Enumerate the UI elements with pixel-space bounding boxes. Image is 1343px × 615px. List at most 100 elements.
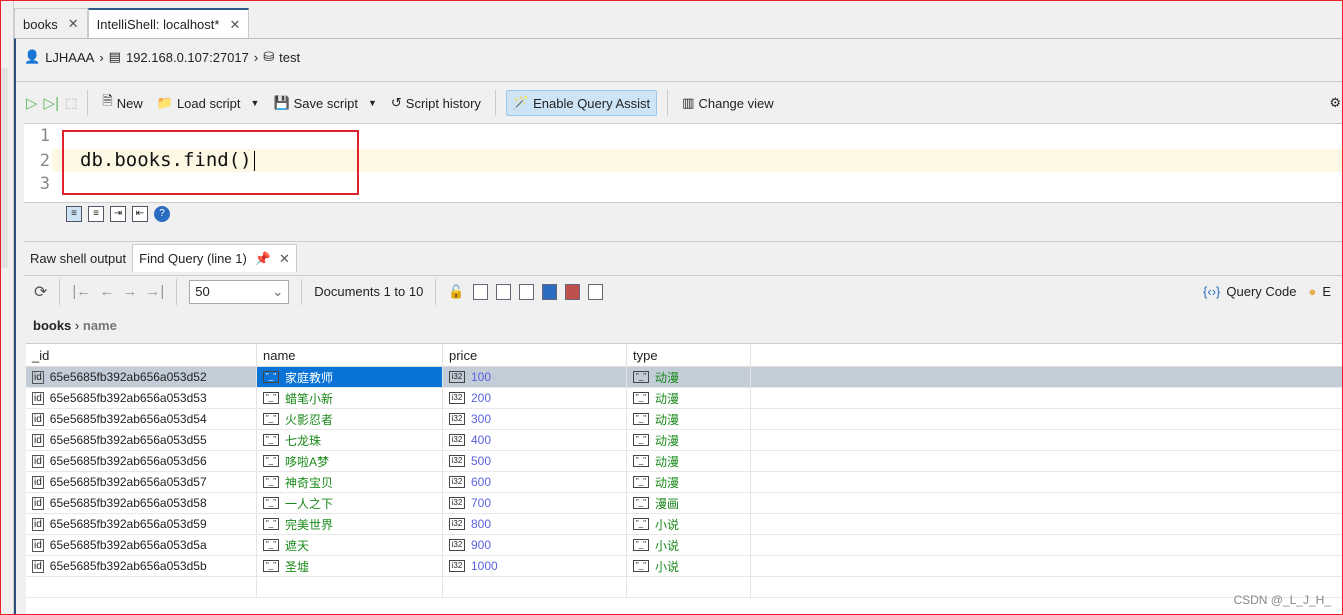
load-script-button[interactable]: 📁 Load script ▼ (153, 92, 264, 114)
table-row[interactable]: id 65e5685fb392ab656a053d5a "_" 遮天 i32 900 "_"… (26, 535, 1343, 556)
cell-name[interactable]: "_" 完美世界 (257, 514, 443, 534)
indent-icon[interactable]: ⇥ (110, 206, 126, 222)
clone-document-icon[interactable] (495, 283, 511, 300)
page-size-select[interactable]: 50 ⌄ (189, 279, 290, 304)
table-row[interactable]: id 65e5685fb392ab656a053d53 "_" 蜡笔小新 i32 200 "… (26, 388, 1343, 409)
string-type-icon: "_" (633, 371, 649, 383)
cell-type[interactable]: "_" 小说 (627, 514, 751, 534)
close-icon[interactable]: ✕ (68, 16, 79, 32)
column-header-name[interactable]: name (257, 344, 443, 366)
enable-query-assist-button[interactable]: 🪄 Enable Query Assist (505, 90, 658, 116)
dropdown-icon[interactable]: ▼ (251, 98, 260, 108)
path-collection[interactable]: books (33, 318, 71, 333)
close-icon[interactable]: ✕ (229, 17, 240, 33)
cell-id[interactable]: id 65e5685fb392ab656a053d53 (26, 388, 257, 408)
column-header-id[interactable]: _id (26, 344, 257, 366)
cell-type[interactable]: "_" 动漫 (627, 451, 751, 471)
script-history-button[interactable]: ↺ Script history (387, 92, 485, 114)
cell-price[interactable]: i32 1000 (443, 556, 627, 576)
close-icon[interactable]: ✕ (279, 251, 290, 267)
dropdown-icon[interactable]: ▼ (368, 98, 377, 108)
tab-books[interactable]: books ✕ (14, 8, 88, 39)
cell-id[interactable]: id 65e5685fb392ab656a053d59 (26, 514, 257, 534)
cell-name[interactable]: "_" 一人之下 (257, 493, 443, 513)
cell-type[interactable]: "_" 动漫 (627, 472, 751, 492)
prev-page-icon[interactable]: ← (99, 283, 114, 300)
comment-icon[interactable]: ≡ (88, 206, 104, 222)
cell-price[interactable]: i32 500 (443, 451, 627, 471)
breadcrumb-user[interactable]: LJHAAA (45, 50, 94, 65)
new-button[interactable]: 🗎 New (98, 89, 146, 117)
cell-type[interactable]: "_" 动漫 (627, 388, 751, 408)
format-icon[interactable]: ≡ (66, 206, 82, 222)
cell-price[interactable]: i32 800 (443, 514, 627, 534)
run-icon[interactable]: ▷ (26, 94, 38, 112)
settings-icon[interactable]: ⚙ (1329, 95, 1341, 111)
tab-intellishell[interactable]: IntelliShell: localhost* ✕ (87, 8, 250, 39)
run-line-icon[interactable]: ▷| (44, 94, 59, 112)
breadcrumb-database[interactable]: test (279, 50, 300, 65)
table-row[interactable]: id 65e5685fb392ab656a053d56 "_" 哆啦A梦 i32 500 "… (26, 451, 1343, 472)
column-header-price[interactable]: price (443, 344, 627, 366)
cell-price[interactable]: i32 100 (443, 367, 627, 387)
cell-id[interactable]: id 65e5685fb392ab656a053d5b (26, 556, 257, 576)
run-selection-icon[interactable]: ⬚ (65, 95, 77, 111)
cell-name[interactable]: "_" 圣墟 (257, 556, 443, 576)
cell-price[interactable]: i32 200 (443, 388, 627, 408)
table-row[interactable]: id 65e5685fb392ab656a053d54 "_" 火影忍者 i32 300 "… (26, 409, 1343, 430)
cell-type[interactable]: "_" 漫画 (627, 493, 751, 513)
cell-name[interactable]: "_" 火影忍者 (257, 409, 443, 429)
table-row[interactable]: id 65e5685fb392ab656a053d55 "_" 七龙珠 i32 400 "_… (26, 430, 1343, 451)
cell-type[interactable]: "_" 动漫 (627, 430, 751, 450)
save-script-button[interactable]: 💾 Save script ▼ (269, 92, 380, 114)
breadcrumb-server[interactable]: 192.168.0.107:27017 (126, 50, 249, 65)
cell-type[interactable]: "_" 动漫 (627, 409, 751, 429)
cell-id[interactable]: id 65e5685fb392ab656a053d52 (26, 367, 257, 387)
cell-name[interactable]: "_" 家庭教师 (257, 367, 443, 387)
delete-document-icon[interactable] (564, 283, 580, 300)
inspect-icon[interactable] (587, 283, 603, 300)
query-code-button[interactable]: {‹›} Query Code ● E (1203, 284, 1331, 299)
cell-name[interactable]: "_" 哆啦A梦 (257, 451, 443, 471)
table-row[interactable]: id 65e5685fb392ab656a053d5b "_" 圣墟 i32 1000 "_… (26, 556, 1343, 577)
table-row[interactable]: id 65e5685fb392ab656a053d59 "_" 完美世界 i32 800 "… (26, 514, 1343, 535)
cell-type[interactable]: "_" 动漫 (627, 367, 751, 387)
help-icon[interactable]: ? (154, 206, 170, 222)
cell-id[interactable]: id 65e5685fb392ab656a053d58 (26, 493, 257, 513)
next-page-icon[interactable]: → (122, 283, 137, 300)
cell-type[interactable]: "_" 小说 (627, 535, 751, 555)
tab-raw-shell-output[interactable]: Raw shell output (24, 244, 132, 272)
column-header-type[interactable]: type (627, 344, 751, 366)
edit-document-icon[interactable] (518, 283, 534, 300)
tab-find-query[interactable]: Find Query (line 1) 📌 ✕ (132, 244, 297, 272)
cell-id[interactable]: id 65e5685fb392ab656a053d5a (26, 535, 257, 555)
cell-id[interactable]: id 65e5685fb392ab656a053d57 (26, 472, 257, 492)
add-document-icon[interactable] (472, 283, 488, 300)
apply-changes-icon[interactable] (541, 283, 557, 300)
lightbulb-icon[interactable]: ● (1308, 284, 1316, 299)
table-row[interactable]: id 65e5685fb392ab656a053d58 "_" 一人之下 i32 700 "… (26, 493, 1343, 514)
table-row[interactable]: id 65e5685fb392ab656a053d57 "_" 神奇宝贝 i32 600 "… (26, 472, 1343, 493)
cell-price[interactable]: i32 700 (443, 493, 627, 513)
cell-price[interactable]: i32 600 (443, 472, 627, 492)
pin-icon[interactable]: 📌 (255, 251, 271, 267)
path-field[interactable]: name (83, 318, 117, 333)
change-view-button[interactable]: ▥ Change view (678, 92, 777, 114)
cell-id[interactable]: id 65e5685fb392ab656a053d56 (26, 451, 257, 471)
outdent-icon[interactable]: ⇤ (132, 206, 148, 222)
cell-id[interactable]: id 65e5685fb392ab656a053d55 (26, 430, 257, 450)
cell-type[interactable]: "_" 小说 (627, 556, 751, 576)
refresh-icon[interactable]: ⟳ (34, 282, 47, 302)
first-page-icon[interactable]: |← (72, 283, 91, 300)
cell-name[interactable]: "_" 蜡笔小新 (257, 388, 443, 408)
table-row[interactable]: id 65e5685fb392ab656a053d52 "_" 家庭教师 i32 100 "… (26, 367, 1343, 388)
cell-name[interactable]: "_" 神奇宝贝 (257, 472, 443, 492)
cell-price[interactable]: i32 300 (443, 409, 627, 429)
cell-price[interactable]: i32 900 (443, 535, 627, 555)
cell-name[interactable]: "_" 七龙珠 (257, 430, 443, 450)
lock-icon[interactable]: 🔓 (448, 284, 464, 300)
cell-name[interactable]: "_" 遮天 (257, 535, 443, 555)
cell-id[interactable]: id 65e5685fb392ab656a053d54 (26, 409, 257, 429)
last-page-icon[interactable]: →| (145, 283, 164, 300)
cell-price[interactable]: i32 400 (443, 430, 627, 450)
